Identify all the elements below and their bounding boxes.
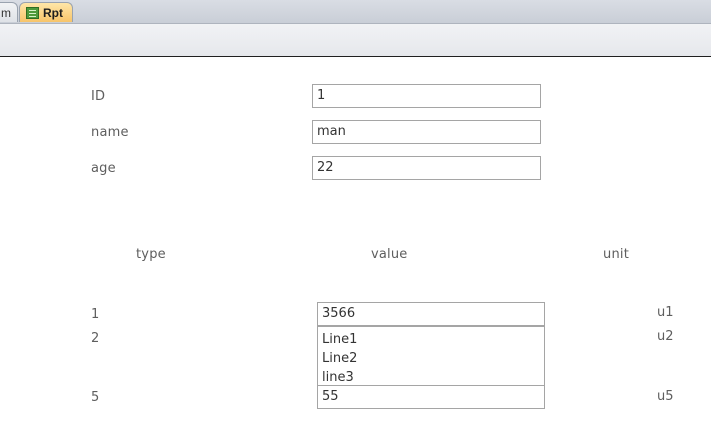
id-label: ID (91, 89, 106, 104)
unit-column-header: unit (603, 247, 629, 262)
row-3-unit: u5 (657, 389, 674, 404)
value-column-header: value (371, 247, 408, 262)
row-3-type: 5 (91, 390, 100, 405)
toolbar-strip (0, 24, 711, 57)
row-1-value-field[interactable]: 3566 (317, 302, 545, 326)
row-2-type: 2 (91, 331, 100, 346)
row-2-unit: u2 (657, 329, 674, 344)
age-label: age (91, 161, 116, 176)
tab-form[interactable]: m (0, 2, 18, 22)
row-2-value-line-2: Line2 (322, 351, 358, 366)
row-1-type: 1 (91, 307, 100, 322)
tab-rpt[interactable]: Rpt (19, 2, 73, 22)
age-field[interactable]: 22 (312, 156, 541, 180)
name-field[interactable]: man (312, 120, 541, 144)
name-label: name (91, 125, 129, 140)
row-1-unit: u1 (657, 305, 674, 320)
type-column-header: type (136, 247, 166, 262)
tab-form-label: m (1, 6, 11, 20)
row-3-value-field[interactable]: 55 (317, 385, 545, 409)
document-tab-bar: m Rpt (0, 0, 711, 24)
row-2-value-line-1: Line1 (322, 332, 358, 347)
id-field[interactable]: 1 (312, 84, 541, 108)
report-icon (26, 7, 39, 19)
row-2-value-field[interactable]: Line1 Line2 line3 (317, 326, 545, 386)
tab-rpt-label: Rpt (43, 6, 63, 20)
